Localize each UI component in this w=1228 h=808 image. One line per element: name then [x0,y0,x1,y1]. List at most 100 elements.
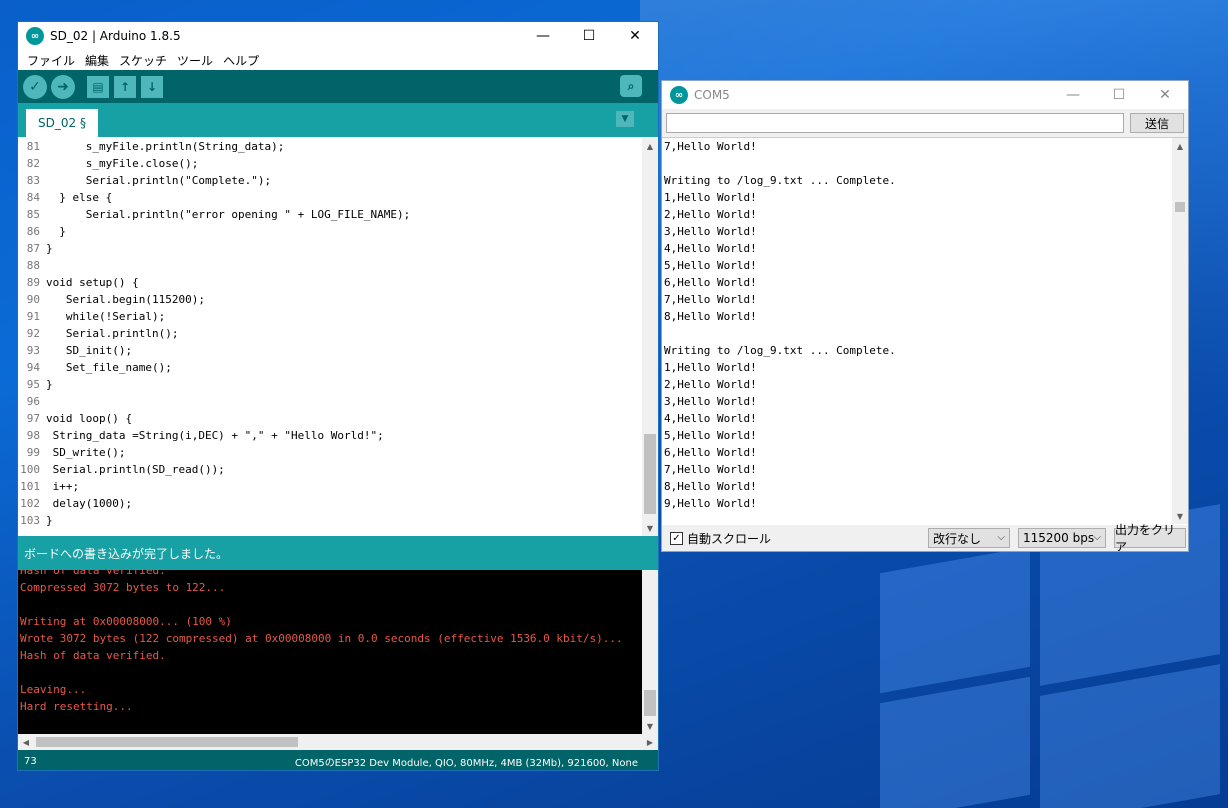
menu-tools[interactable]: ツール [172,52,218,69]
code-line[interactable]: 102 delay(1000); [18,495,642,512]
serial-vertical-scrollbar[interactable]: ▲ ▼ [1172,138,1188,524]
code-line[interactable]: 88 [18,257,642,274]
code-text[interactable]: Serial.println(); [46,325,179,342]
scroll-left-icon[interactable]: ◀ [18,734,34,750]
code-line[interactable]: 89 void setup() { [18,274,642,291]
code-text[interactable]: SD_write(); [46,444,126,461]
code-text[interactable]: } [46,376,53,393]
upload-button[interactable]: ➜ [51,74,75,99]
menu-file[interactable]: ファイル [22,52,80,69]
minimize-button[interactable]: — [520,22,566,50]
code-text[interactable]: s_myFile.close(); [46,155,199,172]
code-line[interactable]: 83 Serial.println("Complete."); [18,172,642,189]
scroll-thumb[interactable] [644,690,656,716]
code-line[interactable]: 94 Set_file_name(); [18,359,642,376]
scroll-down-icon[interactable]: ▼ [642,718,658,734]
code-text[interactable]: s_myFile.println(String_data); [46,138,285,155]
code-line[interactable]: 90 Serial.begin(115200); [18,291,642,308]
code-text[interactable]: Serial.println(SD_read()); [46,461,225,478]
scroll-down-icon[interactable]: ▼ [642,520,658,536]
serial-line: 7,Hello World! [664,463,757,476]
clear-output-button[interactable]: 出力をクリア [1114,523,1186,551]
code-line[interactable]: 82 s_myFile.close(); [18,155,642,172]
scroll-right-icon[interactable]: ▶ [642,734,658,750]
tab-menu-dropdown-icon[interactable]: ▼ [616,111,634,127]
close-button[interactable]: ✕ [612,22,658,50]
scroll-thumb[interactable] [1175,202,1185,212]
serial-monitor-icon[interactable]: ⌕ [620,75,642,97]
line-number: 96 [26,395,40,408]
scroll-thumb[interactable] [644,434,656,514]
code-text[interactable]: i++; [46,478,80,495]
code-line[interactable]: 86 } [18,223,642,240]
code-line[interactable]: 101 i++; [18,478,642,495]
code-line[interactable]: 99 SD_write(); [18,444,642,461]
scroll-thumb[interactable] [36,737,298,747]
autoscroll-checkbox[interactable]: ✓ [670,531,683,545]
code-text[interactable]: delay(1000); [46,495,132,512]
code-line[interactable]: 95} [18,376,642,393]
baud-rate-select[interactable]: 115200 bps ⌵ [1018,528,1106,548]
code-line[interactable]: 97 void loop() { [18,410,642,427]
code-line[interactable]: 91 while(!Serial); [18,308,642,325]
code-text[interactable]: Serial.println("error opening " + LOG_FI… [46,206,411,223]
code-text[interactable]: } [46,223,66,240]
verify-button[interactable]: ✓ [23,74,47,99]
serial-line: 4,Hello World! [664,242,757,255]
menu-help[interactable]: ヘルプ [218,52,264,69]
code-text[interactable]: } [46,512,53,529]
arduino-ide-window: ∞ SD_02 | Arduino 1.8.5 — ☐ ✕ ファイル 編集 スケ… [17,21,659,771]
minimize-button[interactable]: — [1050,81,1096,109]
code-line[interactable]: 98 String_data =String(i,DEC) + "," + "H… [18,427,642,444]
send-input[interactable] [666,113,1124,133]
output-console[interactable]: Hash of data verified. Compressed 3072 by… [18,570,658,734]
code-text[interactable]: String_data =String(i,DEC) + "," + "Hell… [46,427,384,444]
code-line[interactable]: 93 SD_init(); [18,342,642,359]
code-line[interactable]: 87} [18,240,642,257]
code-line[interactable]: 92 Serial.println(); [18,325,642,342]
close-button[interactable]: ✕ [1142,81,1188,109]
serial-line: Writing to /log_9.txt ... Complete. [664,344,896,357]
code-line[interactable]: 103} [18,512,642,529]
serial-line: 1,Hello World! [664,191,757,204]
tab-sd02[interactable]: SD_02 § [26,109,98,137]
line-number: 95 [26,378,40,391]
code-line[interactable]: 85 Serial.println("error opening " + LOG… [18,206,642,223]
editor-vertical-scrollbar[interactable]: ▲ ▼ [642,138,658,536]
serial-bottom-bar: ✓ 自動スクロール 改行なし ⌵ 115200 bps ⌵ 出力をクリア [662,523,1188,551]
code-text[interactable]: Set_file_name(); [46,359,172,376]
scroll-up-icon[interactable]: ▲ [1172,138,1188,154]
code-text[interactable]: Serial.begin(115200); [46,291,205,308]
code-text[interactable]: } else { [46,189,112,206]
menu-sketch[interactable]: スケッチ [114,52,172,69]
send-button[interactable]: 送信 [1130,113,1184,133]
code-line[interactable]: 84 } else { [18,189,642,206]
code-text[interactable]: SD_init(); [46,342,132,359]
serial-line: 2,Hello World! [664,208,757,221]
menu-edit[interactable]: 編集 [80,52,114,69]
title-bar[interactable]: ∞ SD_02 | Arduino 1.8.5 — ☐ ✕ [18,22,658,50]
serial-line: 8,Hello World! [664,480,757,493]
code-text[interactable]: void loop() { [46,410,132,427]
serial-monitor-window: ∞ COM5 — ☐ ✕ 送信 7,Hello World! Writing to… [661,80,1189,552]
code-editor[interactable]: 81 s_myFile.println(String_data); 82 s_my… [18,138,658,536]
line-ending-select[interactable]: 改行なし ⌵ [928,528,1010,548]
scroll-up-icon[interactable]: ▲ [642,138,658,154]
save-sketch-button[interactable]: ↓ [141,75,163,98]
title-bar[interactable]: ∞ COM5 — ☐ ✕ [662,81,1188,109]
console-horizontal-scrollbar[interactable]: ◀ ▶ [18,734,658,750]
serial-output[interactable]: 7,Hello World! Writing to /log_9.txt ... … [662,137,1188,525]
code-text[interactable]: void setup() { [46,274,139,291]
maximize-button[interactable]: ☐ [566,22,612,50]
code-line[interactable]: 81 s_myFile.println(String_data); [18,138,642,155]
code-line[interactable]: 96 [18,393,642,410]
code-line[interactable]: 100 Serial.println(SD_read()); [18,461,642,478]
code-text[interactable]: } [46,240,53,257]
code-text[interactable]: Serial.println("Complete."); [46,172,271,189]
code-text[interactable]: while(!Serial); [46,308,165,325]
open-sketch-button[interactable]: ↑ [114,75,136,98]
console-vertical-scrollbar[interactable]: ▼ [642,570,658,734]
maximize-button[interactable]: ☐ [1096,81,1142,109]
new-sketch-button[interactable]: ▤ [87,75,109,98]
code-lines[interactable]: 81 s_myFile.println(String_data); 82 s_my… [18,138,642,536]
